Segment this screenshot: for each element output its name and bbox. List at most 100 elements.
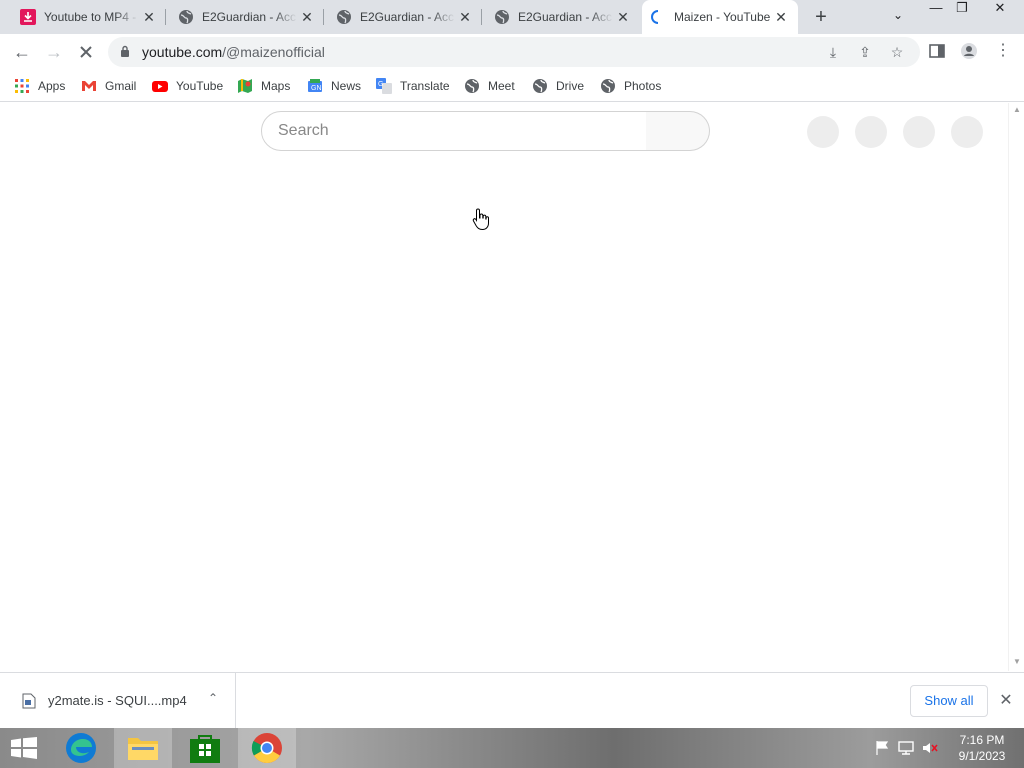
tab-e2guardian-2[interactable]: E2Guardian - Acc ✕ <box>324 0 482 34</box>
more-menu-icon[interactable]: ⋮ <box>994 42 1012 60</box>
tab-title: Youtube to MP4 - <box>44 10 137 24</box>
translate-icon: G <box>376 78 392 94</box>
speaker-muted-icon[interactable] <box>922 740 938 756</box>
bookmark-apps[interactable]: Apps <box>14 76 65 96</box>
download-item[interactable]: y2mate.is - SQUI....mp4 ⌃ <box>0 673 236 729</box>
bookmark-maps[interactable]: Maps <box>237 76 290 96</box>
bookmark-drive[interactable]: Drive <box>532 76 584 96</box>
profile-avatar-icon[interactable] <box>960 42 978 60</box>
tab-title: E2Guardian - Acc <box>518 10 613 24</box>
globe-icon <box>465 79 479 93</box>
bookmark-label: Gmail <box>105 79 137 93</box>
scroll-up-arrow-icon[interactable]: ▲ <box>1013 105 1021 114</box>
bookmark-label: Drive <box>556 79 585 93</box>
tab-title: Maizen - YouTube <box>674 10 771 24</box>
close-tab-icon[interactable]: ✕ <box>142 10 156 24</box>
install-app-icon[interactable]: ⤓ <box>824 43 842 61</box>
tab-strip: Youtube to MP4 - ✕ E2Guardian - Acc ✕ E2… <box>0 0 1024 34</box>
chevron-up-icon[interactable]: ⌃ <box>205 691 221 707</box>
share-icon[interactable]: ⇪ <box>856 43 874 61</box>
search-button[interactable] <box>646 111 710 151</box>
address-bar[interactable]: youtube.com/@maizenofficial ⤓ ⇪ ☆ <box>108 37 920 67</box>
tab-e2guardian-1[interactable]: E2Guardian - Acc ✕ <box>166 0 324 34</box>
show-all-button[interactable]: Show all <box>910 685 988 717</box>
system-clock[interactable]: 7:16 PM 9/1/2023 <box>952 732 1012 764</box>
tab-e2guardian-3[interactable]: E2Guardian - Acc ✕ <box>482 0 640 34</box>
skeleton-circle <box>903 116 935 148</box>
bookmarks-bar: Apps Gmail YouTube Maps GN News G Transl… <box>0 70 1024 102</box>
search-box[interactable] <box>261 111 647 151</box>
close-downloads-icon[interactable]: ✕ <box>996 690 1016 710</box>
close-window-button[interactable]: ✕ <box>990 0 1010 20</box>
bookmark-meet[interactable]: Meet <box>464 76 515 96</box>
bookmark-star-icon[interactable]: ☆ <box>888 43 906 61</box>
taskbar-file-explorer[interactable] <box>114 728 172 768</box>
network-icon[interactable] <box>898 740 914 756</box>
maps-icon <box>238 79 252 93</box>
bookmark-translate[interactable]: G Translate <box>376 76 450 96</box>
clock-date: 9/1/2023 <box>958 749 1006 763</box>
taskbar-chrome[interactable] <box>238 728 296 768</box>
file-explorer-icon <box>128 738 158 760</box>
bookmark-label: Meet <box>488 79 515 93</box>
skeleton-circle <box>855 116 887 148</box>
close-tab-icon[interactable]: ✕ <box>300 10 314 24</box>
downloads-bar: y2mate.is - SQUI....mp4 ⌃ Show all ✕ <box>0 672 1024 729</box>
skeleton-circle <box>807 116 839 148</box>
globe-icon <box>337 10 351 24</box>
tab-maizen-youtube[interactable]: Maizen - YouTube ✕ <box>642 0 798 34</box>
restore-button[interactable]: ❐ <box>952 0 972 20</box>
close-tab-icon[interactable]: ✕ <box>616 10 630 24</box>
bookmark-label: YouTube <box>176 79 224 93</box>
url-host: youtube.com <box>142 44 223 60</box>
edge-icon <box>66 733 96 763</box>
bookmark-gmail[interactable]: Gmail <box>81 76 136 96</box>
gmail-icon <box>82 81 96 91</box>
download-favicon <box>20 9 36 25</box>
close-tab-icon[interactable]: ✕ <box>458 10 472 24</box>
back-button[interactable]: ← <box>12 42 32 62</box>
url-text: youtube.com/@maizenofficial <box>142 44 325 60</box>
skeleton-circle <box>951 116 983 148</box>
scroll-down-arrow-icon[interactable]: ▼ <box>1013 657 1021 666</box>
bookmark-label: News <box>331 79 362 93</box>
action-center-flag-icon[interactable] <box>874 740 890 756</box>
globe-icon <box>179 10 193 24</box>
lock-icon[interactable] <box>120 45 130 57</box>
taskbar-store[interactable] <box>176 728 234 768</box>
bookmark-youtube[interactable]: YouTube <box>152 76 223 96</box>
chrome-icon <box>251 733 282 764</box>
news-icon: GN <box>308 79 322 92</box>
tab-title: E2Guardian - Acc <box>360 10 455 24</box>
svg-text:G: G <box>378 81 383 88</box>
store-icon <box>190 735 220 763</box>
page-scrollbar[interactable]: ▲ ▼ <box>1008 103 1024 671</box>
new-tab-button[interactable]: + <box>812 7 830 27</box>
side-panel-icon[interactable] <box>928 42 946 60</box>
hand-cursor-icon <box>472 208 489 231</box>
forward-button[interactable]: → <box>44 42 64 62</box>
search-input[interactable] <box>262 112 646 150</box>
close-tab-icon[interactable]: ✕ <box>774 10 788 24</box>
start-button[interactable] <box>0 728 48 768</box>
bookmark-label: Apps <box>38 79 66 93</box>
minimize-button[interactable]: — <box>926 0 946 20</box>
tab-youtube-to-mp4[interactable]: Youtube to MP4 - ✕ <box>0 0 166 34</box>
globe-icon <box>495 10 509 24</box>
apps-grid-icon <box>15 79 29 93</box>
url-path: /@maizenofficial <box>222 44 325 60</box>
bookmark-label: Translate <box>400 79 450 93</box>
stop-loading-icon[interactable] <box>76 42 96 62</box>
page-content <box>0 103 1008 671</box>
taskbar-edge[interactable] <box>52 728 110 768</box>
youtube-icon <box>152 81 168 92</box>
browser-toolbar: ← → youtube.com/@maizenofficial ⤓ ⇪ ☆ ⋮ <box>0 34 1024 70</box>
globe-icon <box>533 79 547 93</box>
tab-search-chevron-icon[interactable]: ⌄ <box>888 8 908 28</box>
svg-text:GN: GN <box>311 85 322 92</box>
windows-taskbar: 7:16 PM 9/1/2023 <box>0 728 1024 768</box>
globe-icon <box>601 79 615 93</box>
download-file-name: y2mate.is - SQUI....mp4 <box>48 693 187 708</box>
bookmark-news[interactable]: GN News <box>307 76 361 96</box>
bookmark-photos[interactable]: Photos <box>600 76 661 96</box>
